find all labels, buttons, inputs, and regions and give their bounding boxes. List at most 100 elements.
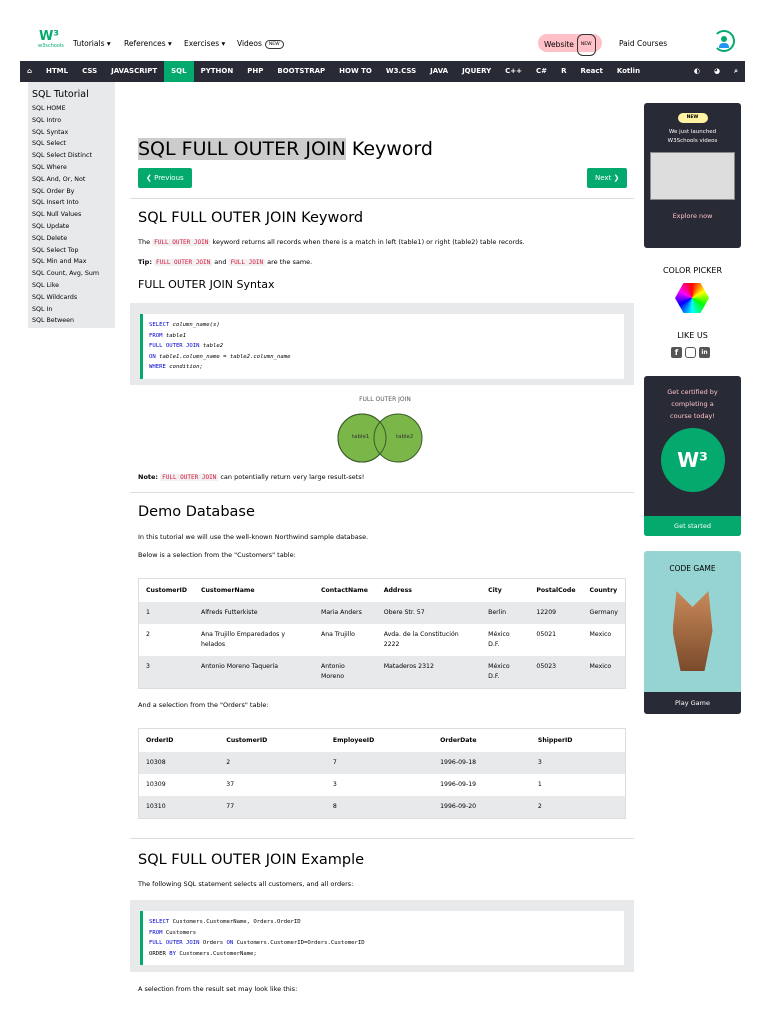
code-game-ad[interactable]: CODE GAME Play Game: [644, 551, 741, 714]
sidebar-item[interactable]: SQL HOME: [32, 103, 111, 115]
nav-w3css[interactable]: W3.CSS: [379, 61, 423, 82]
nav-sql[interactable]: SQL: [164, 61, 194, 82]
sidebar-item[interactable]: SQL Where: [32, 162, 111, 174]
sidebar-item[interactable]: SQL Intro: [32, 115, 111, 127]
code-line: ORDER BY Customers.CustomerName;: [149, 950, 257, 957]
nav-csharp[interactable]: C#: [529, 61, 554, 82]
column-header: Country: [582, 579, 625, 602]
sidebar-title: SQL Tutorial: [32, 89, 89, 100]
table-cell: 1: [537, 781, 542, 788]
table-cell: Germany: [582, 602, 625, 624]
divider: [130, 492, 634, 493]
table-cell: 37: [226, 781, 235, 788]
w3schools-logo[interactable]: W³ w3schools: [38, 30, 64, 55]
videos-ad[interactable]: NEW We just launched W3Schools videos Ex…: [644, 103, 741, 248]
code-line: FULL OUTER JOIN Orders ON Customers.Cust…: [149, 940, 365, 946]
nav-react[interactable]: React: [573, 61, 609, 82]
sidebar-item[interactable]: SQL Order By: [32, 186, 111, 198]
orders-table: OrderID CustomerID EmployeeID OrderDate Ship…: [138, 728, 626, 819]
facebook-icon[interactable]: f: [671, 347, 682, 358]
color-picker-icon[interactable]: [675, 283, 709, 313]
sidebar-item[interactable]: SQL Like: [32, 280, 111, 292]
instagram-icon[interactable]: [685, 347, 696, 358]
sidebar-item[interactable]: SQL Wildcards: [32, 292, 111, 304]
website-button[interactable]: Website NEW: [538, 34, 602, 56]
table-header-row: CustomerID CustomerName ContactName Address…: [139, 579, 625, 602]
nav-css[interactable]: CSS: [75, 61, 104, 82]
paid-courses-link[interactable]: Paid Courses: [619, 39, 667, 48]
color-picker-label: COLOR PICKER: [662, 266, 723, 275]
sidebar-item[interactable]: SQL Select Distinct: [32, 150, 111, 162]
social-icons: f in: [671, 347, 710, 358]
orders-intro: And a selection from the "Orders" table:: [138, 701, 269, 709]
nav-html[interactable]: HTML: [39, 61, 75, 82]
result-paragraph: A selection from the result set may look…: [138, 985, 298, 993]
new-badge: NEW: [264, 39, 284, 49]
table-cell: 8: [325, 796, 434, 818]
code-line: FROM Customers: [149, 929, 197, 936]
code-line: SELECT column_name(s): [149, 322, 220, 328]
sidebar-item[interactable]: SQL Min and Max: [32, 256, 111, 268]
search-icon[interactable]: ⌕: [727, 61, 745, 82]
sidebar-item[interactable]: SQL And, Or, Not: [32, 174, 111, 186]
nav-howto[interactable]: HOW TO: [332, 61, 379, 82]
sidebar-item[interactable]: SQL Insert Into: [32, 197, 111, 209]
explore-now-link[interactable]: Explore now: [644, 212, 741, 220]
table-cell: 1996-09-18: [433, 752, 531, 774]
sidebar-item[interactable]: SQL Count, Avg, Sum: [32, 268, 111, 280]
table-row: 10309 37 3 1996-09-19 1: [139, 774, 625, 796]
sidebar-item[interactable]: SQL Select: [32, 138, 111, 150]
divider: [130, 198, 634, 199]
table-cell: 2: [146, 631, 150, 638]
nav-python[interactable]: PYTHON: [194, 61, 241, 82]
linkedin-icon[interactable]: in: [699, 347, 710, 358]
table-cell: 1996-09-19: [440, 781, 477, 788]
nav-cpp[interactable]: C++: [498, 61, 529, 82]
venn-diagram: FULL OUTER JOIN table1 table2: [330, 396, 440, 466]
table-cell: 10310: [139, 796, 220, 818]
code-line: WHERE condition;: [149, 364, 203, 370]
main-nav: ⌂ HTML CSS JAVASCRIPT SQL PYTHON PHP BOO…: [20, 61, 745, 82]
column-header: City: [481, 579, 530, 602]
sidebar-item[interactable]: SQL Syntax: [32, 127, 111, 139]
sidebar-item[interactable]: SQL Select Top: [32, 245, 111, 257]
user-avatar-icon[interactable]: [713, 30, 735, 52]
tutorials-menu[interactable]: Tutorials ▾: [73, 39, 111, 48]
nav-kotlin[interactable]: Kotlin: [610, 61, 647, 82]
references-menu[interactable]: References ▾: [124, 39, 172, 48]
table-row: 1 Alfreds Futterkiste Maria Anders Obere St…: [139, 602, 625, 624]
globe-icon[interactable]: ◕: [707, 61, 727, 82]
table-cell: 05021: [536, 631, 557, 638]
next-button[interactable]: Next ❯: [587, 168, 628, 188]
nav-jquery[interactable]: JQUERY: [455, 61, 498, 82]
sidebar-item[interactable]: SQL In: [32, 304, 111, 316]
table-cell: Ana Trujillo Emparedados y helados: [200, 631, 286, 648]
home-icon[interactable]: ⌂: [20, 61, 39, 82]
sidebar-item[interactable]: SQL Update: [32, 221, 111, 233]
sidebar-item[interactable]: SQL Between: [32, 315, 111, 327]
table-cell: Mataderos 2312: [376, 656, 482, 688]
get-started-button[interactable]: Get started: [644, 516, 741, 536]
exercises-menu[interactable]: Exercises ▾: [184, 39, 225, 48]
syntax-code-block: SELECT column_name(s) FROM table1 FULL OUT…: [130, 303, 634, 385]
certification-ad[interactable]: Get certified by completing a course tod…: [644, 376, 741, 536]
tip-paragraph: Tip: FULL OUTER JOIN and FULL JOIN are t…: [138, 258, 313, 266]
certified-badge-icon: W³: [660, 428, 725, 492]
sidebar-item[interactable]: SQL Null Values: [32, 209, 111, 221]
play-game-button[interactable]: Play Game: [644, 692, 741, 714]
table-cell: Antonio Moreno: [313, 656, 377, 688]
customers-intro: Below is a selection from the "Customers…: [138, 551, 296, 559]
nav-javascript[interactable]: JAVASCRIPT: [104, 61, 164, 82]
nav-r[interactable]: R: [554, 61, 573, 82]
nav-java[interactable]: JAVA: [423, 61, 455, 82]
demo-database-heading: Demo Database: [138, 504, 255, 520]
sidebar-item[interactable]: SQL Delete: [32, 233, 111, 245]
nav-bootstrap[interactable]: BOOTSTRAP: [270, 61, 332, 82]
previous-button[interactable]: ❮ Previous: [138, 168, 192, 188]
example-heading: SQL FULL OUTER JOIN Example: [138, 852, 365, 868]
theme-toggle-icon[interactable]: ◐: [687, 61, 707, 82]
videos-menu[interactable]: Videos NEW: [237, 39, 284, 49]
column-header: ContactName: [313, 579, 377, 602]
like-us-label: LIKE US: [677, 331, 708, 340]
nav-php[interactable]: PHP: [240, 61, 270, 82]
